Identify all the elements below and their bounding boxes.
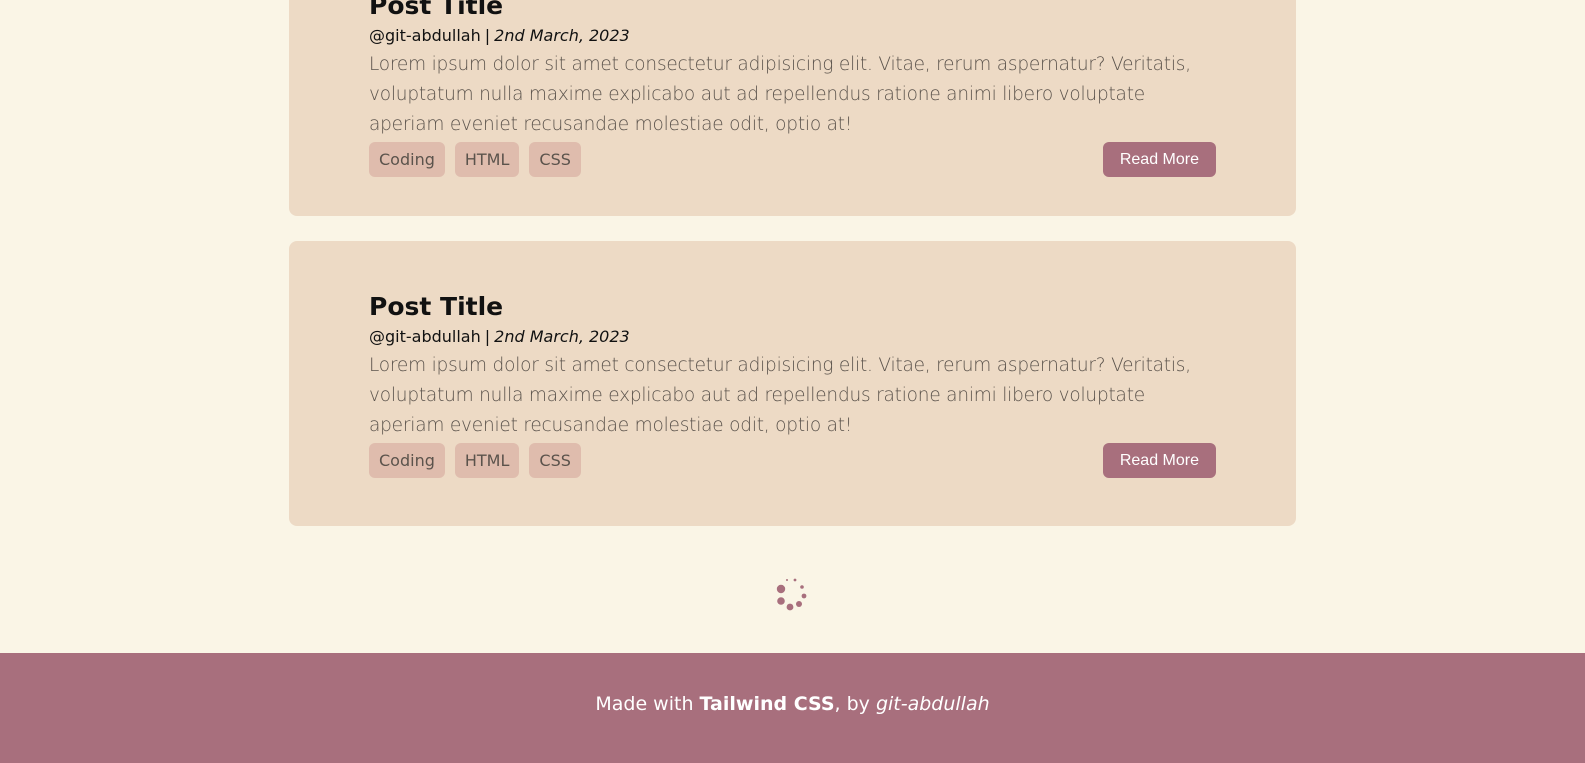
post-title: Post Title: [369, 292, 504, 321]
tag-coding[interactable]: Coding: [369, 443, 445, 478]
footer-prefix: Made with: [595, 693, 700, 715]
tag-list: Coding HTML CSS: [369, 443, 1216, 478]
post-card: Post Title @git-abdullah | 2nd March, 2023…: [289, 0, 1296, 216]
tag-list: Coding HTML CSS: [369, 142, 1216, 177]
post-meta: @git-abdullah | 2nd March, 2023: [369, 24, 1216, 48]
post-card: Post Title @git-abdullah | 2nd March, 2023…: [289, 241, 1296, 526]
spinner-icon: [773, 576, 811, 614]
post-author[interactable]: @git-abdullah: [369, 26, 481, 45]
tag-css[interactable]: CSS: [529, 443, 581, 478]
post-date: 2nd March, 2023: [494, 26, 630, 45]
post-excerpt: Lorem ipsum dolor sit amet consectetur a…: [369, 355, 1191, 436]
footer-author-link[interactable]: git-abdullah: [876, 693, 990, 715]
footer-middle: , by: [834, 693, 876, 715]
tag-html[interactable]: HTML: [454, 142, 520, 177]
footer-credit: Made with Tailwind CSS, by git-abdullah: [0, 693, 1585, 715]
tag-coding[interactable]: Coding: [369, 142, 445, 177]
post-title: Post Title: [369, 0, 504, 20]
post-footer: Coding HTML CSS Read More: [369, 142, 1216, 177]
site-footer: Made with Tailwind CSS, by git-abdullah: [0, 653, 1585, 763]
read-more-button[interactable]: Read More: [1102, 142, 1216, 177]
tag-html[interactable]: HTML: [454, 443, 520, 478]
read-more-button[interactable]: Read More: [1102, 443, 1216, 478]
footer-brand-link[interactable]: Tailwind CSS: [700, 693, 835, 715]
meta-separator: |: [484, 327, 491, 346]
post-date: 2nd March, 2023: [494, 327, 630, 346]
post-author[interactable]: @git-abdullah: [369, 327, 481, 346]
post-footer: Coding HTML CSS Read More: [369, 443, 1216, 478]
tag-css[interactable]: CSS: [529, 142, 581, 177]
meta-separator: |: [484, 26, 491, 45]
post-meta: @git-abdullah | 2nd March, 2023: [369, 325, 1216, 349]
post-excerpt: Lorem ipsum dolor sit amet consectetur a…: [369, 54, 1191, 135]
